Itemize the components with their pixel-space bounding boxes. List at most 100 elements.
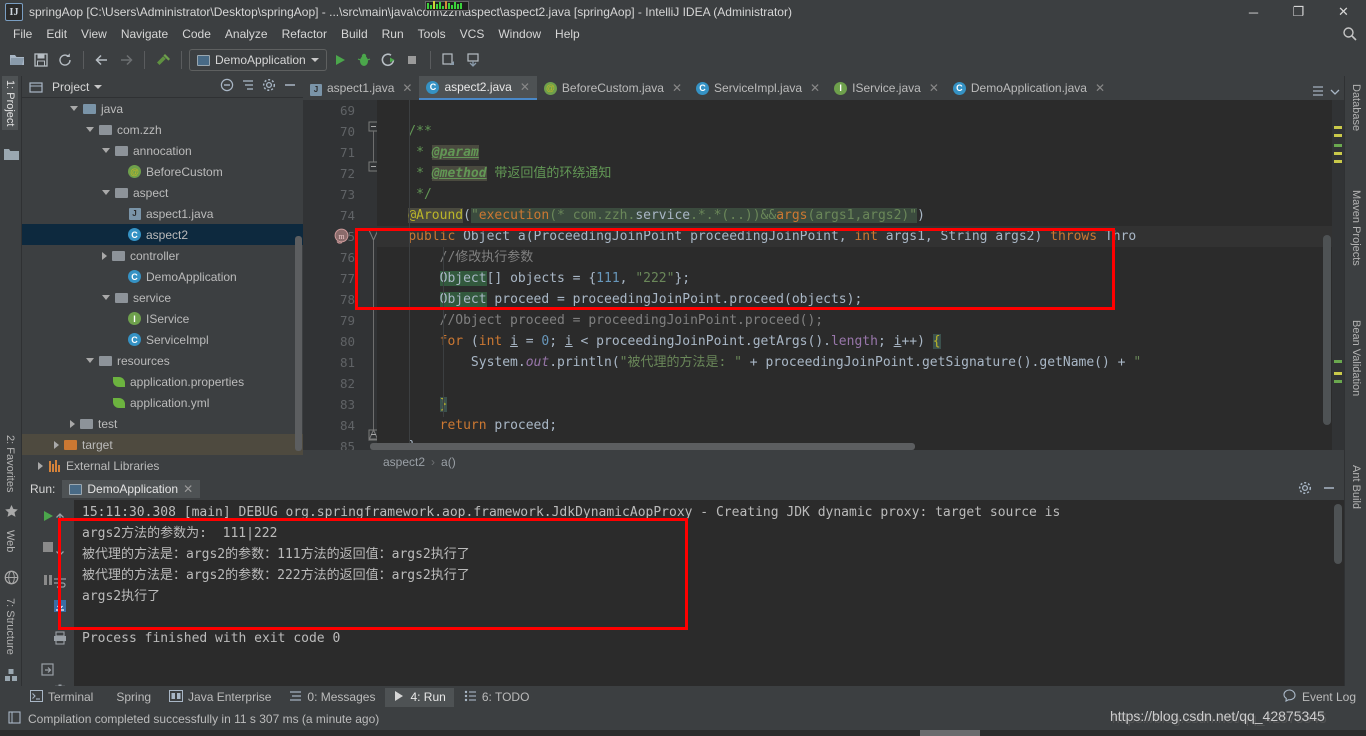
breadcrumb-class[interactable]: aspect2 bbox=[383, 455, 425, 469]
export-icon[interactable] bbox=[38, 660, 58, 680]
sidebar-item-ant-build[interactable]: Ant Build bbox=[1348, 461, 1364, 513]
close-icon[interactable]: ✕ bbox=[810, 81, 820, 95]
chevron-down-icon[interactable] bbox=[94, 84, 103, 89]
menu-item-refactor[interactable]: Refactor bbox=[275, 25, 334, 43]
collapse-all-icon[interactable] bbox=[220, 78, 234, 95]
tree-node-application-yml[interactable]: application.yml bbox=[22, 392, 303, 413]
close-icon[interactable]: ✕ bbox=[929, 81, 939, 95]
tree-node-application-properties[interactable]: application.properties bbox=[22, 371, 303, 392]
close-icon[interactable]: ✕ bbox=[520, 80, 530, 94]
chevron-down-icon[interactable] bbox=[1330, 86, 1340, 100]
print-icon[interactable] bbox=[50, 628, 70, 648]
menu-item-run[interactable]: Run bbox=[375, 25, 411, 43]
menu-item-window[interactable]: Window bbox=[491, 25, 548, 43]
breadcrumb[interactable]: aspect2 › a() bbox=[303, 450, 1344, 474]
editor-fold-column[interactable] bbox=[363, 100, 379, 450]
chevron-right-icon[interactable] bbox=[102, 251, 107, 260]
build-hammer-icon[interactable] bbox=[152, 49, 174, 71]
sidebar-item-database[interactable]: Database bbox=[1348, 80, 1364, 135]
chevron-down-icon[interactable] bbox=[102, 148, 110, 153]
project-tree[interactable]: java com.zzh annocation @ BeforeCustom aspect… bbox=[22, 98, 303, 474]
tree-node-demoapplication[interactable]: C DemoApplication bbox=[22, 266, 303, 287]
tree-node-aspect2[interactable]: Caspect2 bbox=[22, 224, 303, 245]
commit-icon[interactable] bbox=[462, 49, 484, 71]
chevron-down-icon[interactable] bbox=[86, 358, 94, 363]
maximize-button[interactable]: ❐ bbox=[1276, 0, 1321, 24]
chevron-down-icon[interactable] bbox=[86, 127, 94, 132]
run-console[interactable]: 15:11:30.308 [main] DEBUG org.springfram… bbox=[74, 500, 1344, 686]
tree-node-controller[interactable]: controller bbox=[22, 245, 303, 266]
code-editor[interactable]: 6970717273747576777879808182838485m /** … bbox=[303, 100, 1344, 454]
editor-scrollbar[interactable] bbox=[1323, 235, 1331, 425]
chevron-right-icon[interactable] bbox=[38, 461, 43, 470]
bottom-tab-4-run[interactable]: 4: Run bbox=[385, 687, 454, 707]
menu-item-tools[interactable]: Tools bbox=[411, 25, 453, 43]
event-log-button[interactable]: Event Log bbox=[1283, 689, 1366, 705]
close-icon[interactable]: ✕ bbox=[672, 81, 682, 95]
run-tab-demoapplication[interactable]: DemoApplication ✕ bbox=[62, 480, 201, 498]
back-arrow-icon[interactable] bbox=[91, 49, 113, 71]
tree-node-annocation[interactable]: annocation bbox=[22, 140, 303, 161]
menu-item-build[interactable]: Build bbox=[334, 25, 375, 43]
bottom-edge-thumb[interactable] bbox=[920, 730, 980, 736]
settings-gear-icon[interactable] bbox=[262, 78, 276, 95]
tree-node-external-libraries[interactable]: External Libraries bbox=[22, 455, 303, 474]
sidebar-item-structure[interactable]: 7: Structure bbox=[2, 594, 18, 659]
debug-icon[interactable] bbox=[353, 49, 375, 71]
chevron-down-icon[interactable] bbox=[102, 295, 110, 300]
bottom-tab-0-messages[interactable]: 0: Messages bbox=[281, 688, 383, 707]
sync-icon[interactable] bbox=[54, 49, 76, 71]
tree-node-target[interactable]: target bbox=[22, 434, 303, 455]
tree-node-resources[interactable]: resources bbox=[22, 350, 303, 371]
editor-tab-aspect2-java[interactable]: Caspect2.java ✕ bbox=[419, 76, 537, 100]
chevron-down-icon[interactable] bbox=[70, 106, 78, 111]
tree-node-serviceimpl[interactable]: C ServiceImpl bbox=[22, 329, 303, 350]
menu-item-help[interactable]: Help bbox=[548, 25, 587, 43]
update-project-icon[interactable] bbox=[438, 49, 460, 71]
menu-item-edit[interactable]: Edit bbox=[39, 25, 74, 43]
breadcrumb-method[interactable]: a() bbox=[441, 455, 456, 469]
sidebar-item-maven-projects[interactable]: Maven Projects bbox=[1348, 186, 1364, 270]
menu-item-navigate[interactable]: Navigate bbox=[114, 25, 175, 43]
chevron-right-icon[interactable] bbox=[54, 440, 59, 449]
close-icon[interactable]: ✕ bbox=[1095, 81, 1105, 95]
editor-tab-iservice-java[interactable]: I IService.java ✕ bbox=[827, 76, 946, 100]
menu-item-code[interactable]: Code bbox=[175, 25, 218, 43]
chevron-right-icon[interactable] bbox=[70, 419, 75, 428]
gutter-method-marker-icon[interactable]: m bbox=[333, 228, 350, 245]
close-icon[interactable]: ✕ bbox=[183, 482, 193, 496]
hide-panel-icon[interactable] bbox=[1322, 481, 1336, 498]
tree-node-java[interactable]: java bbox=[22, 98, 303, 119]
menu-item-view[interactable]: View bbox=[74, 25, 114, 43]
menu-item-file[interactable]: File bbox=[6, 25, 39, 43]
tree-node-com-zzh[interactable]: com.zzh bbox=[22, 119, 303, 140]
tree-node-beforecustom[interactable]: @ BeforeCustom bbox=[22, 161, 303, 182]
minimize-button[interactable]: ─ bbox=[1231, 0, 1276, 24]
save-all-icon[interactable] bbox=[30, 49, 52, 71]
sidebar-item-bean-validation[interactable]: Bean Validation bbox=[1348, 316, 1364, 400]
bottom-tab-6-todo[interactable]: 6: TODO bbox=[456, 688, 538, 707]
close-icon[interactable]: ✕ bbox=[402, 81, 412, 95]
tree-node-aspect1-java[interactable]: Jaspect1.java bbox=[22, 203, 303, 224]
editor-tab-demoapplication-java[interactable]: C DemoApplication.java ✕ bbox=[946, 76, 1112, 100]
editor-tab-aspect1-java[interactable]: Jaspect1.java ✕ bbox=[303, 76, 419, 100]
tree-node-iservice[interactable]: I IService bbox=[22, 308, 303, 329]
bottom-tab-java-enterprise[interactable]: Java Enterprise bbox=[161, 688, 279, 707]
tab-list-icon[interactable] bbox=[1312, 85, 1326, 100]
menu-item-analyze[interactable]: Analyze bbox=[218, 25, 275, 43]
bottom-tab-spring[interactable]: Spring bbox=[103, 688, 159, 706]
sidebar-item-web[interactable]: Web bbox=[2, 526, 18, 556]
code-text-area[interactable]: /** * @param * @method 带返回值的环绕通知 */ @Aro… bbox=[377, 100, 1344, 450]
console-scrollbar[interactable] bbox=[1334, 504, 1342, 564]
run-icon[interactable] bbox=[329, 49, 351, 71]
editor-tab-serviceimpl-java[interactable]: C ServiceImpl.java ✕ bbox=[689, 76, 827, 100]
soft-wrap-icon[interactable] bbox=[50, 573, 70, 593]
sidebar-item-project[interactable]: 1: Project bbox=[2, 76, 18, 131]
search-everywhere-icon[interactable] bbox=[1342, 26, 1358, 42]
editor-gutter[interactable]: 6970717273747576777879808182838485m bbox=[303, 100, 363, 454]
editor-marker-column[interactable] bbox=[1332, 100, 1344, 450]
sidebar-item-favorites[interactable]: 2: Favorites bbox=[2, 431, 18, 496]
menu-item-vcs[interactable]: VCS bbox=[453, 25, 492, 43]
close-button[interactable]: ✕ bbox=[1321, 0, 1366, 24]
project-tree-scrollbar[interactable] bbox=[295, 236, 302, 451]
